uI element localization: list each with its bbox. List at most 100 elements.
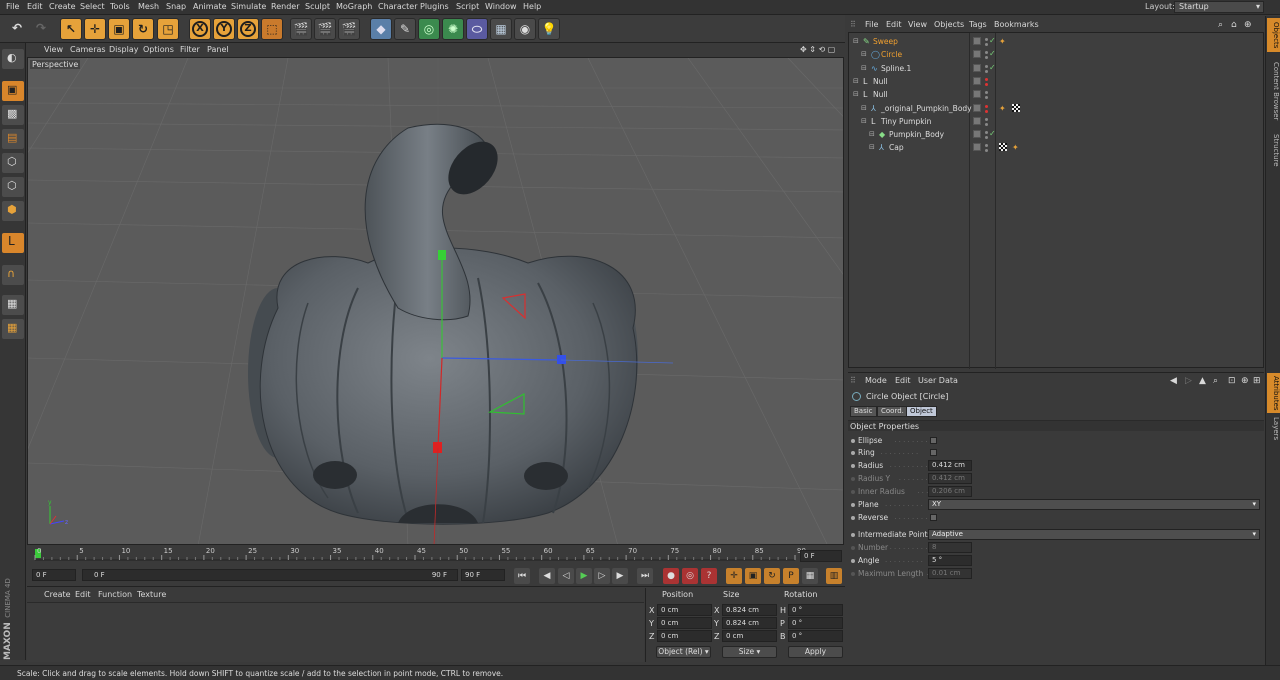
back-arrow-icon[interactable]: ◀: [1170, 376, 1177, 386]
go-to-end-button[interactable]: ⏭: [637, 568, 653, 584]
viewport-menu-options[interactable]: Options: [143, 45, 174, 54]
phong-tag-icon[interactable]: ✦: [999, 104, 1007, 113]
object-name[interactable]: Sweep: [873, 37, 898, 46]
menu-snap[interactable]: Snap: [166, 2, 186, 11]
layer-icon[interactable]: [973, 103, 981, 112]
layer-icon[interactable]: [973, 116, 981, 125]
tab-object[interactable]: Object: [906, 406, 937, 417]
am-menu-edit[interactable]: Edit: [895, 376, 911, 385]
rotate-tool-button[interactable]: ↻: [132, 18, 154, 40]
timeline-end-field[interactable]: 0 F: [800, 550, 842, 562]
key-position-button[interactable]: ✛: [726, 568, 742, 584]
om-menu-bookmarks[interactable]: Bookmarks: [994, 20, 1039, 29]
apply-button[interactable]: Apply: [788, 646, 843, 658]
size-z-field[interactable]: 0 cm: [722, 630, 777, 642]
om-menu-objects[interactable]: Objects: [934, 20, 964, 29]
move-tool-button[interactable]: ✛: [84, 18, 106, 40]
menu-sculpt[interactable]: Sculpt: [305, 2, 330, 11]
material-menu-function[interactable]: Function: [98, 590, 132, 599]
property-value-field[interactable]: 0.412 cm: [928, 460, 972, 471]
expand-toggle-icon[interactable]: ⊟: [853, 37, 859, 45]
render-settings-button[interactable]: 🎬: [338, 18, 360, 40]
animate-dot-icon[interactable]: [851, 546, 855, 550]
om-home-icon[interactable]: ⌂: [1231, 20, 1237, 30]
animate-dot-icon[interactable]: [851, 477, 855, 481]
object-name[interactable]: Null: [873, 77, 888, 86]
layer-icon[interactable]: [973, 50, 981, 59]
max-frame-field[interactable]: 90 F: [461, 569, 505, 581]
prev-frame-button[interactable]: ◁: [558, 568, 574, 584]
rotation-p-field[interactable]: 0 °: [788, 617, 843, 629]
timeline-ruler[interactable]: 051015202530354045505560657075808590 0 F: [27, 545, 845, 565]
play-button[interactable]: ▶: [576, 568, 592, 584]
key-scale-button[interactable]: ▣: [745, 568, 761, 584]
render-view-button[interactable]: 🎬: [290, 18, 312, 40]
new-panel-icon[interactable]: ⊕: [1241, 376, 1249, 386]
menu-select[interactable]: Select: [80, 2, 105, 11]
key-pla-button[interactable]: ▦: [802, 568, 818, 584]
deformer-button[interactable]: ⬭: [466, 18, 488, 40]
key-rotation-button[interactable]: ↻: [764, 568, 780, 584]
object-name[interactable]: _original_Pumpkin_Body: [881, 104, 972, 113]
pen-spline-button[interactable]: ✎: [394, 18, 416, 40]
camera-button[interactable]: ◉: [514, 18, 536, 40]
viewport-menu-cameras[interactable]: Cameras: [70, 45, 106, 54]
property-value-field[interactable]: 0.412 cm: [928, 473, 972, 484]
property-dropdown[interactable]: Adaptive ▾: [928, 529, 1260, 540]
expand-toggle-icon[interactable]: ⊟: [861, 117, 867, 125]
animate-dot-icon[interactable]: [851, 572, 855, 576]
menu-edit[interactable]: Edit: [27, 2, 43, 11]
render-visibility-dot[interactable]: [985, 43, 988, 46]
render-visibility-dot[interactable]: [985, 96, 988, 100]
om-menu-tags[interactable]: Tags: [969, 20, 987, 29]
next-frame-button[interactable]: ▷: [594, 568, 610, 584]
model-mode-button[interactable]: ▣: [2, 81, 24, 101]
key-parameter-button[interactable]: P: [783, 568, 799, 584]
edges-mode-button[interactable]: ⬡: [2, 177, 24, 197]
axis-mode-button[interactable]: L: [2, 233, 24, 253]
viewport-menu-panel[interactable]: Panel: [207, 45, 229, 54]
menu-render[interactable]: Render: [271, 2, 299, 11]
editor-visibility-dot[interactable]: [985, 91, 988, 95]
viewport-menu-view[interactable]: View: [44, 45, 63, 54]
tab-coord[interactable]: Coord.: [877, 406, 908, 417]
next-key-button[interactable]: ▶: [612, 568, 628, 584]
layer-icon[interactable]: [973, 130, 981, 139]
om-search-icon[interactable]: ⌕: [1218, 20, 1223, 30]
layer-icon[interactable]: [973, 63, 981, 72]
autokey-button[interactable]: ◎: [682, 568, 698, 584]
scale-tool-button[interactable]: ▣: [108, 18, 130, 40]
object-name[interactable]: Cap: [889, 143, 904, 152]
menu-mesh[interactable]: Mesh: [138, 2, 159, 11]
current-frame-field[interactable]: 0 F: [32, 569, 76, 581]
material-tag-icon[interactable]: [999, 143, 1007, 152]
up-arrow-icon[interactable]: ▲: [1199, 376, 1206, 386]
om-menu-edit[interactable]: Edit: [886, 20, 902, 29]
object-row[interactable]: ⊟ ◆ Pumpkin_Body ✓: [849, 128, 1265, 141]
editor-visibility-dot[interactable]: [985, 38, 988, 41]
render-visibility-dot[interactable]: [985, 56, 988, 60]
viewport-nav-icons[interactable]: ✥ ⇕ ⟲ ▢: [800, 45, 835, 54]
menu-simulate[interactable]: Simulate: [231, 2, 266, 11]
material-tag-icon[interactable]: [1012, 103, 1020, 112]
animate-dot-icon[interactable]: [851, 559, 855, 563]
position-y-field[interactable]: 0 cm: [657, 617, 712, 629]
object-name[interactable]: Tiny Pumpkin: [881, 117, 931, 126]
animate-dot-icon[interactable]: [851, 451, 855, 455]
object-row[interactable]: ⊟ ✎ Sweep ✓ ✦: [849, 35, 1265, 48]
am-menu-mode[interactable]: Mode: [865, 376, 887, 385]
animate-dot-icon[interactable]: [851, 516, 855, 520]
render-visibility-dot[interactable]: [985, 109, 988, 113]
make-editable-button[interactable]: ◐: [2, 49, 24, 69]
menu-plugins[interactable]: Plugins: [420, 2, 449, 11]
forward-arrow-icon[interactable]: ▷: [1185, 376, 1192, 386]
editor-visibility-dot[interactable]: [985, 131, 988, 135]
viewport-menu-display[interactable]: Display: [109, 45, 139, 54]
3d-viewport[interactable]: y z Perspective: [27, 57, 844, 545]
light-button[interactable]: 💡: [538, 18, 560, 40]
live-selection-button[interactable]: ↖: [60, 18, 82, 40]
layer-icon[interactable]: [973, 143, 981, 152]
om-menu-file[interactable]: File: [865, 20, 878, 29]
material-manager-area[interactable]: [27, 602, 644, 662]
tab-structure[interactable]: Structure: [1267, 130, 1280, 170]
